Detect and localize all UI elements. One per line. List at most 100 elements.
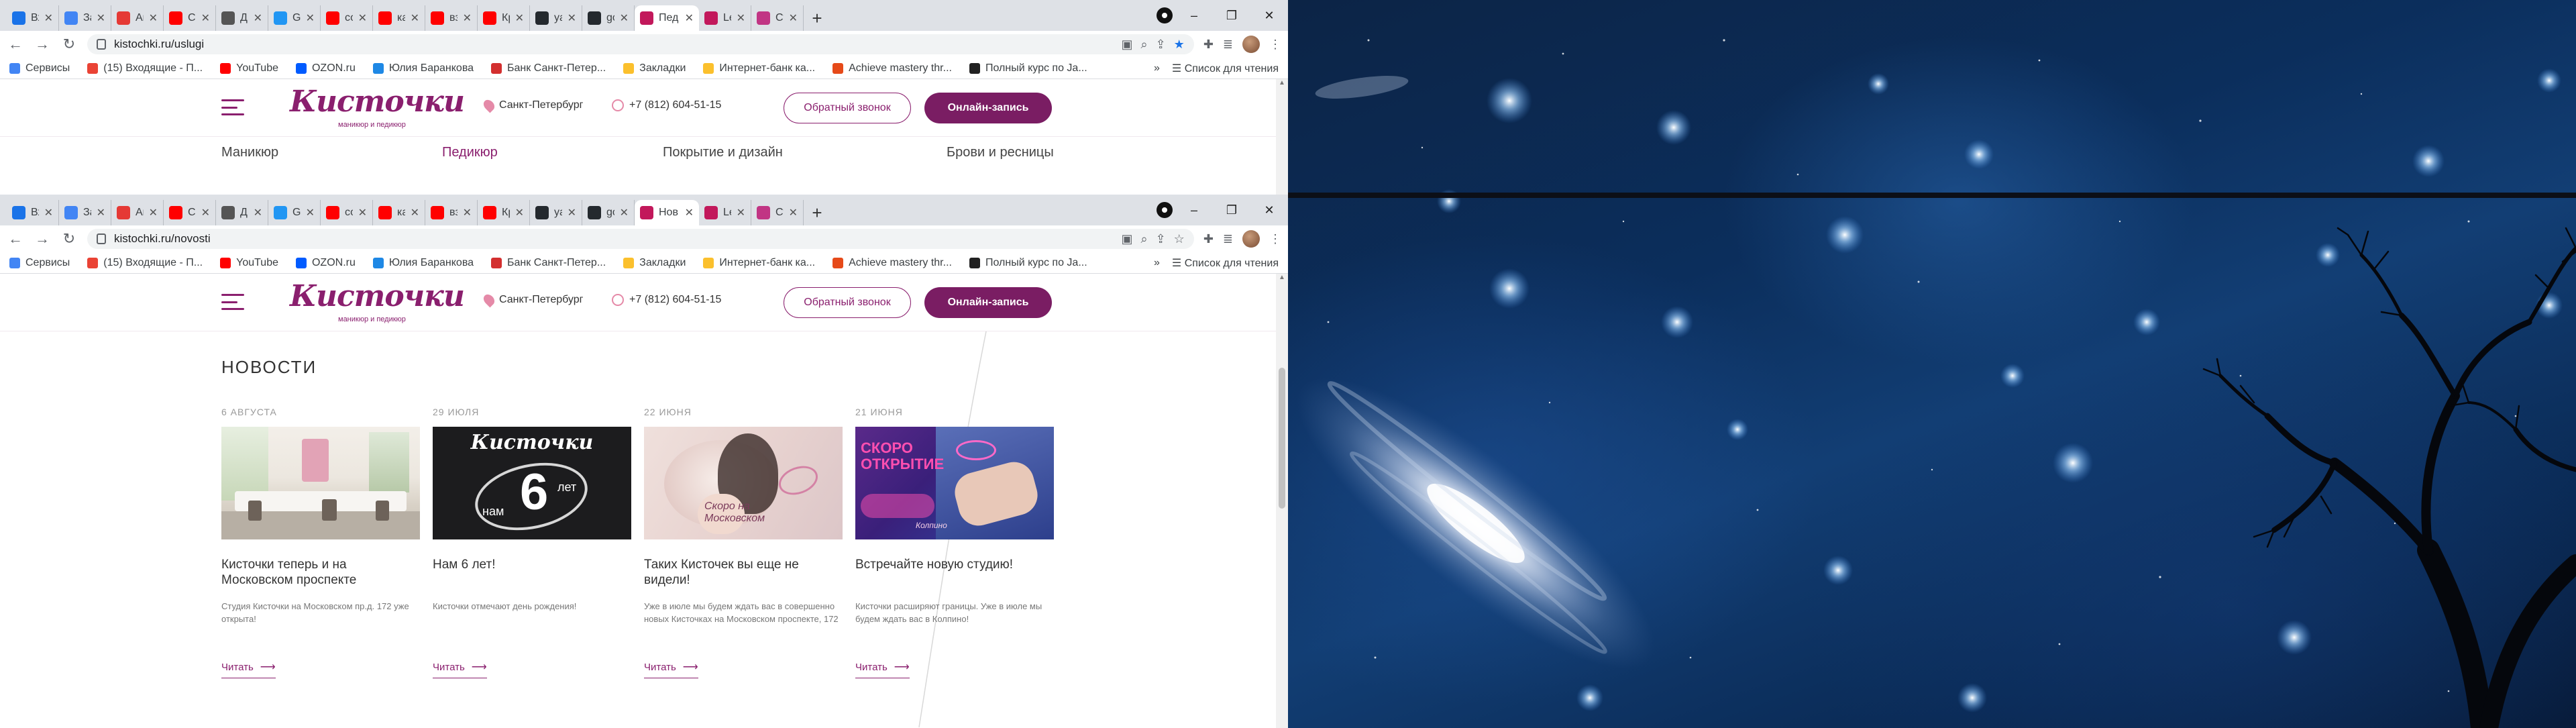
tab-close-icon[interactable]: ✕ <box>149 206 158 219</box>
kebab-menu-icon[interactable]: ⋮ <box>1269 232 1281 246</box>
browser-tab[interactable]: yan ✕ <box>530 5 582 31</box>
browser-tab[interactable]: взл ✕ <box>425 5 478 31</box>
browser-tab[interactable]: Chi ✕ <box>164 200 216 225</box>
browser-tab[interactable]: Ави ✕ <box>111 5 164 31</box>
bookmark-item[interactable]: Интернет-банк ка... <box>703 62 815 74</box>
site-logo[interactable]: Кисточки маникюр и педикюр <box>290 278 465 327</box>
news-card-6-years[interactable]: 29 ИЮЛЯ Кисточки нам 6 лет Нам 6 лет! Ки… <box>433 407 631 678</box>
tab-close-icon[interactable]: ✕ <box>463 11 472 25</box>
browser-tab[interactable]: Ави ✕ <box>111 200 164 225</box>
tab-close-icon[interactable]: ✕ <box>685 206 694 219</box>
bookmark-item[interactable]: Интернет-банк ка... <box>703 257 815 269</box>
hamburger-menu-icon[interactable] <box>221 99 244 115</box>
profile-avatar[interactable] <box>1242 36 1260 53</box>
bookmark-item[interactable]: Закладки <box>623 257 686 269</box>
minimize-icon[interactable]: – <box>1175 203 1213 217</box>
hamburger-menu-icon[interactable] <box>221 294 244 310</box>
tab-close-icon[interactable]: ✕ <box>201 206 210 219</box>
services-tab-coating-design[interactable]: Покрытие и дизайн <box>663 145 783 160</box>
forward-arrow-icon[interactable]: → <box>34 230 51 248</box>
browser-tab[interactable]: Вхо ✕ <box>7 200 59 225</box>
news-card-kolpino[interactable]: 21 ИЮНЯ СКОРО ОТКРЫТИЕ Колпино Встречайт… <box>855 407 1054 678</box>
cast-icon[interactable]: ▣ <box>1121 38 1132 52</box>
bookmark-item[interactable]: (15) Входящие - П... <box>87 62 203 74</box>
services-tab-brows-lashes[interactable]: Брови и ресницы <box>947 145 1054 160</box>
bookmark-item[interactable]: Банк Санкт-Петер... <box>491 257 606 269</box>
tab-close-icon[interactable]: ✕ <box>620 206 629 219</box>
browser-tab[interactable]: Leo ✕ <box>699 5 751 31</box>
bookmark-item[interactable]: Achieve mastery thr... <box>833 62 952 74</box>
bookmark-item[interactable]: (15) Входящие - П... <box>87 257 203 269</box>
tab-close-icon[interactable]: ✕ <box>254 206 262 219</box>
read-more-link[interactable]: Читать ⟶ <box>644 660 698 678</box>
browser-tab[interactable]: Дне ✕ <box>216 200 268 225</box>
bookmark-item[interactable]: YouTube <box>220 257 278 269</box>
bookmark-item[interactable]: Юлия Баранкова <box>372 257 474 269</box>
tab-close-icon[interactable]: ✕ <box>685 11 694 25</box>
minimize-icon[interactable]: – <box>1175 9 1213 23</box>
tab-close-icon[interactable]: ✕ <box>358 206 367 219</box>
bookmark-item[interactable]: Полный курс по Ja... <box>969 62 1087 74</box>
page-scrollbar[interactable]: ▲ <box>1276 274 1288 728</box>
tab-close-icon[interactable]: ✕ <box>97 11 105 25</box>
services-tab-manicure[interactable]: Маникюр <box>221 145 278 160</box>
tab-close-icon[interactable]: ✕ <box>568 11 576 25</box>
share-icon[interactable]: ⇪ <box>1156 38 1166 52</box>
tab-close-icon[interactable]: ✕ <box>568 206 576 219</box>
bookmark-star-outline-icon[interactable]: ☆ <box>1174 232 1185 246</box>
news-card-new-studio[interactable]: 22 ИЮНЯ Скоро на Московском Таких Кисточ… <box>644 407 843 678</box>
cast-icon[interactable]: ▣ <box>1121 232 1132 246</box>
browser-tab[interactable]: как ✕ <box>373 5 425 31</box>
bookmark-item[interactable]: OZON.ru <box>295 62 356 74</box>
tab-close-icon[interactable]: ✕ <box>737 11 745 25</box>
tab-close-icon[interactable]: ✕ <box>620 11 629 25</box>
reading-list-button[interactable]: ☰ Список для чтения <box>1172 256 1279 270</box>
bookmark-item[interactable]: Банк Санкт-Петер... <box>491 62 606 74</box>
online-booking-button[interactable]: Онлайн-запись <box>924 93 1052 123</box>
browser-tab[interactable]: Leo ✕ <box>699 200 751 225</box>
browser-tab[interactable]: соб ✕ <box>321 5 373 31</box>
media-queue-icon[interactable]: ≣ <box>1223 38 1233 52</box>
lock-icon[interactable] <box>97 39 106 50</box>
bookmark-item[interactable]: Закладки <box>623 62 686 74</box>
new-tab-plus-icon[interactable]: + <box>804 5 830 31</box>
address-bar[interactable]: kistochki.ru/uslugi ▣ ⌕ ⇪ ★ <box>87 34 1194 54</box>
extensions-puzzle-icon[interactable]: ✚ <box>1203 232 1214 246</box>
kebab-menu-icon[interactable]: ⋮ <box>1269 38 1281 52</box>
news-headline[interactable]: Кисточки теперь и на Московском проспект… <box>221 557 420 588</box>
city-selector[interactable]: Санкт-Петербург <box>481 292 583 308</box>
zoom-icon[interactable]: ⌕ <box>1140 232 1147 246</box>
browser-tab[interactable]: goi ✕ <box>582 5 635 31</box>
browser-tab[interactable]: Сту ✕ <box>751 200 804 225</box>
url-text[interactable]: kistochki.ru/uslugi <box>114 38 1113 51</box>
callback-button[interactable]: Обратный звонок <box>784 93 911 123</box>
read-more-link[interactable]: Читать ⟶ <box>855 660 910 678</box>
bookmarks-overflow-icon[interactable]: » <box>1154 62 1160 74</box>
news-image-6-years[interactable]: Кисточки нам 6 лет <box>433 427 631 539</box>
media-record-icon[interactable] <box>1157 7 1173 23</box>
media-queue-icon[interactable]: ≣ <box>1223 232 1233 246</box>
tab-close-icon[interactable]: ✕ <box>737 206 745 219</box>
news-image-grand-opening[interactable]: СКОРО ОТКРЫТИЕ Колпино <box>855 427 1054 539</box>
profile-avatar[interactable] <box>1242 230 1260 248</box>
tab-close-icon[interactable]: ✕ <box>515 206 524 219</box>
scroll-up-arrow-icon[interactable]: ▲ <box>1276 274 1288 281</box>
news-card-moskovsky[interactable]: 6 АВГУСТА Кисточки теперь и на Московско… <box>221 407 420 678</box>
browser-tab[interactable]: Кри ✕ <box>478 5 530 31</box>
scroll-up-arrow-icon[interactable]: ▲ <box>1276 79 1288 87</box>
browser-tab[interactable]: Пед ✕ <box>635 5 699 31</box>
share-icon[interactable]: ⇪ <box>1156 232 1166 246</box>
site-logo[interactable]: Кисточки маникюр и педикюр <box>290 83 465 133</box>
read-more-link[interactable]: Читать ⟶ <box>433 660 487 678</box>
tab-close-icon[interactable]: ✕ <box>44 11 53 25</box>
browser-tab[interactable]: yan ✕ <box>530 200 582 225</box>
browser-tab[interactable]: Дне ✕ <box>216 5 268 31</box>
read-more-link[interactable]: Читать ⟶ <box>221 660 276 678</box>
page-scrollbar[interactable]: ▲ <box>1276 79 1288 195</box>
tab-close-icon[interactable]: ✕ <box>201 11 210 25</box>
url-text[interactable]: kistochki.ru/novosti <box>114 232 1113 246</box>
news-image-salon-interior[interactable] <box>221 427 420 539</box>
tab-close-icon[interactable]: ✕ <box>306 11 315 25</box>
new-tab-plus-icon[interactable]: + <box>804 200 830 225</box>
tab-close-icon[interactable]: ✕ <box>789 11 798 25</box>
